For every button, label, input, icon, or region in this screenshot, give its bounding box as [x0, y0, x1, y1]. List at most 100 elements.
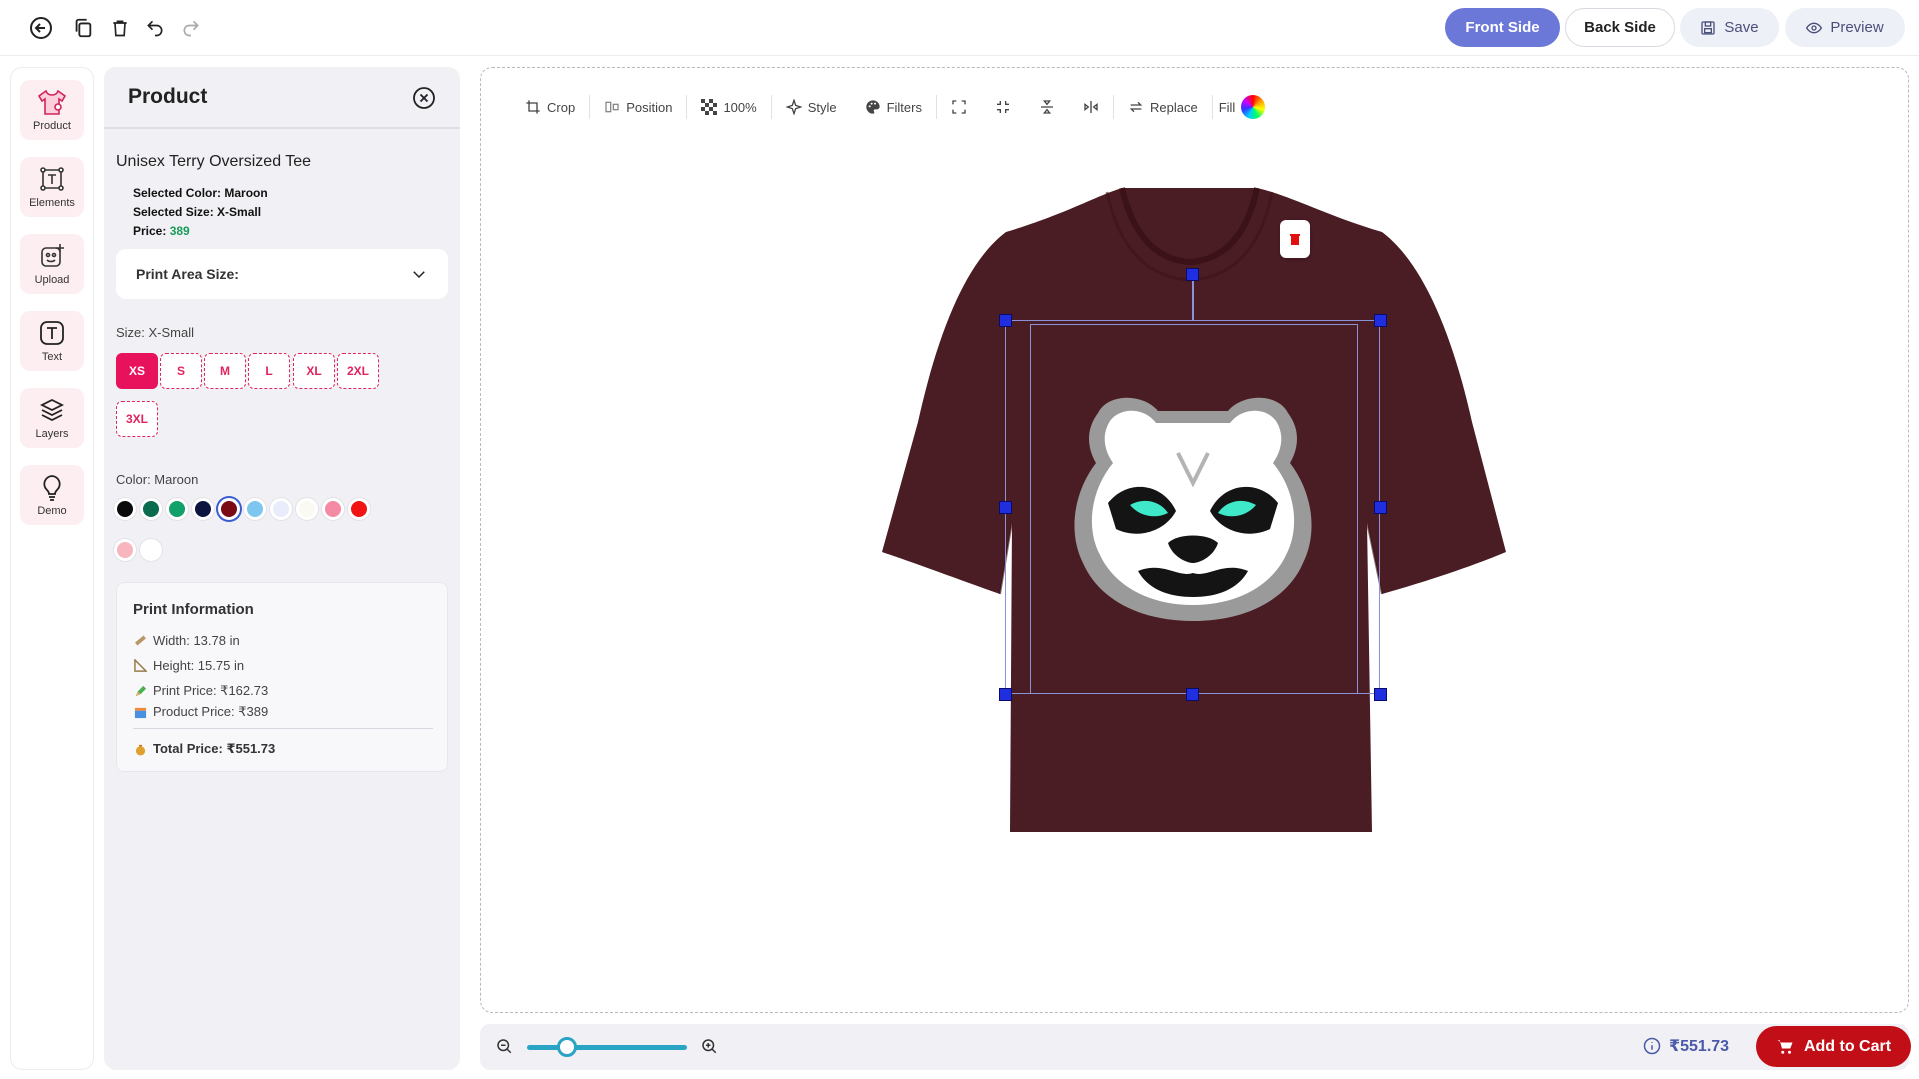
sparkle-icon	[785, 99, 802, 115]
fill-label: Fill	[1218, 99, 1236, 115]
palette-icon	[865, 100, 880, 114]
size-option-s[interactable]: S	[160, 353, 202, 389]
opacity-tool[interactable]: 100%	[687, 93, 770, 121]
product-price-row: Product Price: ₹389	[133, 704, 268, 720]
rail-item-demo[interactable]: Demo	[20, 465, 84, 525]
print-area-boundary	[1030, 324, 1358, 694]
resize-handle-middle-left[interactable]	[999, 501, 1012, 514]
back-side-button[interactable]: Back Side	[1565, 8, 1675, 47]
rail-label-text: Text	[41, 351, 63, 363]
color-swatch[interactable]	[348, 498, 370, 520]
rail-item-text[interactable]: Text	[20, 311, 84, 371]
color-swatch[interactable]	[270, 498, 292, 520]
color-swatch[interactable]	[140, 539, 162, 561]
print-information-card: Print Information Width: 13.78 in Height…	[116, 582, 448, 772]
rail-item-upload[interactable]: Upload	[20, 234, 84, 294]
size-option-xs[interactable]: XS	[116, 353, 158, 389]
shop-icon	[133, 705, 147, 719]
print-price: Print Price: ₹162.73	[153, 683, 269, 698]
pencil-icon	[133, 684, 147, 698]
swap-icon	[1129, 101, 1143, 113]
color-swatch[interactable]	[114, 539, 136, 561]
front-side-label: Front Side	[1465, 19, 1540, 36]
rail-item-product[interactable]: Product	[20, 80, 84, 140]
shrink-icon[interactable]	[981, 93, 1025, 121]
size-option-l[interactable]: L	[248, 353, 290, 389]
resize-handle-top-right[interactable]	[1374, 314, 1387, 327]
color-swatch[interactable]	[296, 498, 318, 520]
position-icon	[605, 101, 619, 113]
print-width: Width: 13.78 in	[153, 633, 240, 648]
size-option-m[interactable]: M	[204, 353, 246, 389]
expand-icon[interactable]	[937, 93, 981, 121]
resize-handle-bottom-middle[interactable]	[1186, 688, 1199, 701]
color-swatch[interactable]	[114, 498, 136, 520]
filters-label: Filters	[886, 99, 922, 115]
resize-handle-top-left[interactable]	[999, 314, 1012, 327]
selected-color-text: Selected Color: Maroon	[133, 186, 268, 200]
resize-handle-bottom-left[interactable]	[999, 688, 1012, 701]
close-icon[interactable]	[412, 86, 436, 110]
flip-vertical-icon[interactable]	[1025, 93, 1069, 121]
selected-size-text: Selected Size: X-Small	[133, 205, 262, 219]
color-swatch[interactable]	[218, 498, 240, 520]
price-amount: ₹551.73	[1669, 1038, 1730, 1055]
total-price-row: Total Price: ₹551.73	[133, 741, 275, 757]
lightbulb-icon	[43, 475, 61, 501]
elements-icon	[40, 167, 64, 191]
print-area-size-dropdown[interactable]: Print Area Size:	[116, 249, 448, 299]
undo-icon[interactable]	[141, 14, 169, 42]
add-to-cart-button[interactable]: Add to Cart	[1756, 1026, 1911, 1067]
save-button[interactable]: Save	[1680, 8, 1779, 47]
style-tool[interactable]: Style	[772, 93, 851, 121]
size-option-xl[interactable]: XL	[293, 353, 335, 389]
rail-label-product: Product	[33, 120, 71, 132]
rail-item-elements[interactable]: Elements	[20, 157, 84, 217]
zoom-slider-track[interactable]	[527, 1045, 687, 1050]
chevron-down-icon	[413, 271, 425, 279]
color-swatch[interactable]	[140, 498, 162, 520]
delete-element-button[interactable]	[1280, 220, 1310, 258]
back-arrow-icon[interactable]	[27, 14, 55, 42]
rail-label-elements: Elements	[29, 197, 75, 209]
checkerboard-icon	[701, 99, 718, 115]
money-bag-icon	[133, 742, 147, 756]
resize-handle-middle-right[interactable]	[1374, 501, 1387, 514]
size-option-3xl[interactable]: 3XL	[116, 401, 158, 437]
rotate-handle[interactable]	[1186, 268, 1199, 281]
replace-label: Replace	[1149, 99, 1198, 115]
total-price: Total Price: ₹551.73	[153, 741, 276, 756]
zoom-in-icon[interactable]	[700, 1037, 720, 1057]
duplicate-icon[interactable]	[69, 14, 97, 42]
replace-tool[interactable]: Replace	[1114, 93, 1212, 121]
resize-handle-bottom-right[interactable]	[1374, 688, 1387, 701]
trash-icon[interactable]	[106, 14, 134, 42]
ruler-icon	[133, 634, 147, 648]
filters-tool[interactable]: Filters	[851, 93, 936, 121]
price-value: 389	[169, 224, 190, 238]
price-text: Price: 389	[133, 224, 190, 238]
upload-image-icon	[41, 244, 64, 267]
price-label: Price:	[133, 224, 167, 238]
preview-button[interactable]: Preview	[1785, 8, 1905, 47]
rail-label-demo: Demo	[37, 505, 67, 517]
preview-label: Preview	[1830, 19, 1884, 36]
rail-item-layers[interactable]: Layers	[20, 388, 84, 448]
position-label: Position	[626, 99, 673, 115]
color-swatch[interactable]	[166, 498, 188, 520]
size-option-2xl[interactable]: 2XL	[337, 353, 379, 389]
zoom-out-icon[interactable]	[495, 1037, 515, 1057]
bottom-bar: ₹551.73 Add to Cart	[480, 1024, 1911, 1070]
flip-horizontal-icon[interactable]	[1069, 93, 1113, 121]
color-swatch[interactable]	[192, 498, 214, 520]
crop-tool[interactable]: Crop	[511, 93, 589, 121]
fill-tool[interactable]: Fill	[1213, 93, 1272, 121]
zoom-slider-thumb[interactable]	[557, 1037, 577, 1057]
front-side-button[interactable]: Front Side	[1445, 8, 1560, 47]
print-info-title: Print Information	[133, 601, 254, 618]
position-tool[interactable]: Position	[590, 93, 686, 121]
color-swatch[interactable]	[322, 498, 344, 520]
info-icon[interactable]	[1643, 1037, 1661, 1055]
color-swatch[interactable]	[244, 498, 266, 520]
redo-icon[interactable]	[177, 14, 205, 42]
